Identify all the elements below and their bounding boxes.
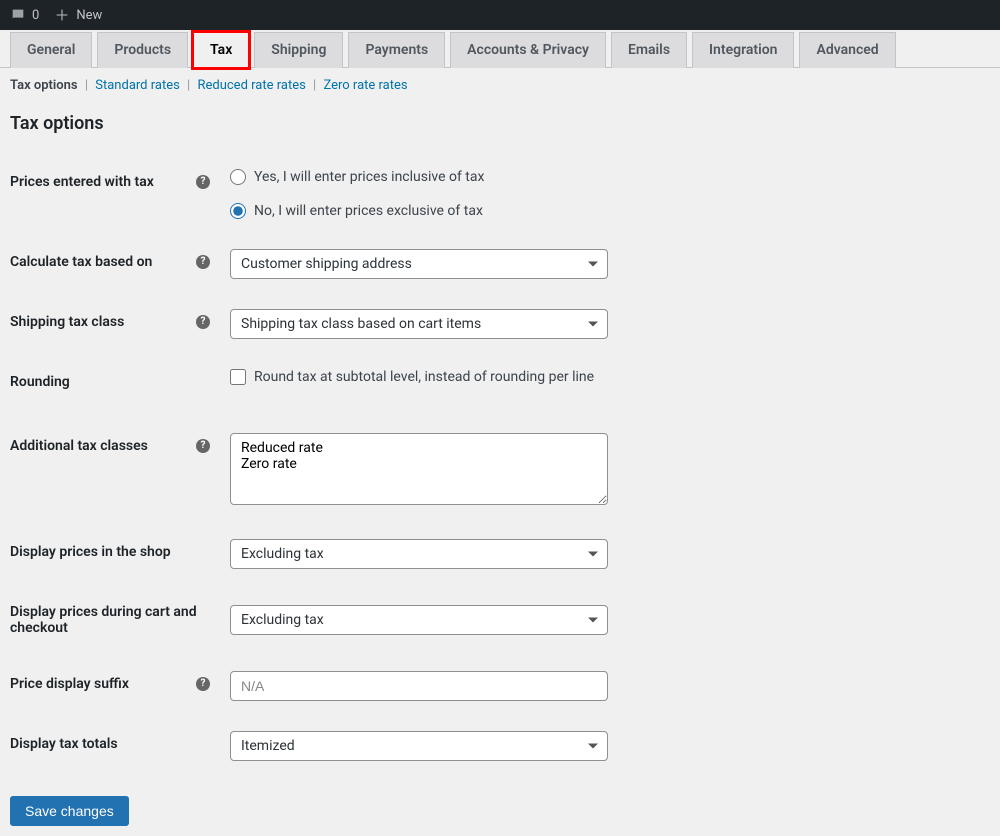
comment-count: 0 <box>32 8 39 23</box>
label-display-tax-totals: Display tax totals <box>10 736 118 752</box>
label-rounding-option: Round tax at subtotal level, instead of … <box>254 369 594 385</box>
radio-prices-inclusive[interactable] <box>230 169 246 185</box>
subnav-zero-rates[interactable]: Zero rate rates <box>323 78 407 93</box>
admin-bar-new[interactable]: New <box>54 7 102 23</box>
label-price-suffix: Price display suffix <box>10 676 129 692</box>
tab-payments[interactable]: Payments <box>348 32 445 68</box>
tab-emails[interactable]: Emails <box>611 32 687 68</box>
tab-tax[interactable]: Tax <box>193 32 249 68</box>
select-display-cart[interactable]: Excluding tax <box>230 605 608 635</box>
select-shipping-tax-class[interactable]: Shipping tax class based on cart items <box>230 309 608 339</box>
subnav-tax-options[interactable]: Tax options <box>10 78 78 93</box>
label-prices-exclusive: No, I will enter prices exclusive of tax <box>254 203 483 219</box>
label-display-prices-shop: Display prices in the shop <box>10 544 171 560</box>
label-calculate-tax: Calculate tax based on <box>10 254 152 270</box>
settings-tabs: General Products Tax Shipping Payments A… <box>0 31 1000 68</box>
label-rounding: Rounding <box>10 374 70 390</box>
plus-icon <box>54 7 70 23</box>
page-title: Tax options <box>10 113 990 134</box>
help-icon[interactable]: ? <box>196 175 210 189</box>
label-shipping-tax-class: Shipping tax class <box>10 314 124 330</box>
content-area: Tax options Prices entered with tax ? Ye… <box>0 103 1000 836</box>
checkbox-rounding[interactable] <box>230 369 246 385</box>
tax-subnav: Tax options | Standard rates | Reduced r… <box>0 68 1000 103</box>
subnav-standard-rates[interactable]: Standard rates <box>95 78 180 93</box>
tab-products[interactable]: Products <box>97 32 188 68</box>
save-button[interactable]: Save changes <box>10 796 129 826</box>
select-calculate-tax[interactable]: Customer shipping address <box>230 249 608 279</box>
tab-integration[interactable]: Integration <box>692 32 794 68</box>
select-tax-totals[interactable]: Itemized <box>230 731 608 761</box>
radio-prices-exclusive[interactable] <box>230 203 246 219</box>
help-icon[interactable]: ? <box>196 255 210 269</box>
tab-advanced[interactable]: Advanced <box>799 32 895 68</box>
tab-shipping[interactable]: Shipping <box>254 32 343 68</box>
select-display-shop[interactable]: Excluding tax <box>230 539 608 569</box>
label-additional-tax-classes: Additional tax classes <box>10 438 148 454</box>
help-icon[interactable]: ? <box>196 439 210 453</box>
help-icon[interactable]: ? <box>196 677 210 691</box>
input-price-suffix[interactable] <box>230 671 608 701</box>
admin-bar: 0 New <box>0 0 1000 30</box>
admin-bar-comments[interactable]: 0 <box>10 7 39 23</box>
help-icon[interactable]: ? <box>196 315 210 329</box>
textarea-tax-classes[interactable] <box>230 433 608 505</box>
form-table: Prices entered with tax ? Yes, I will en… <box>10 154 990 776</box>
label-display-prices-cart: Display prices during cart and checkout <box>10 604 210 636</box>
label-prices-entered: Prices entered with tax <box>10 174 154 190</box>
tab-accounts-privacy[interactable]: Accounts & Privacy <box>450 32 606 68</box>
new-label: New <box>76 8 102 23</box>
tab-general[interactable]: General <box>10 32 92 68</box>
label-prices-inclusive: Yes, I will enter prices inclusive of ta… <box>254 169 484 185</box>
comment-icon <box>10 7 26 23</box>
subnav-reduced-rates[interactable]: Reduced rate rates <box>197 78 305 93</box>
